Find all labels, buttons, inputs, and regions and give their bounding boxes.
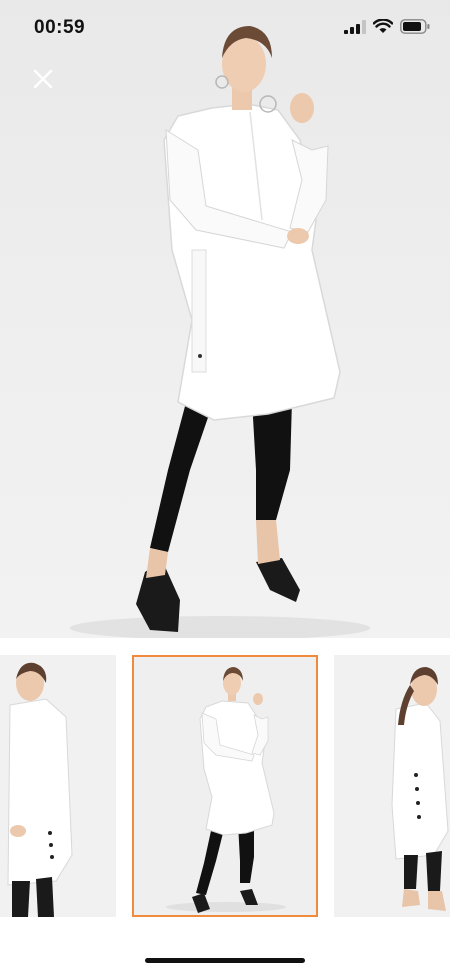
- home-indicator: [145, 958, 305, 963]
- model-photo: [70, 26, 370, 638]
- status-bar: 00:59: [0, 0, 450, 52]
- thumbnail-back-photo: [334, 655, 450, 917]
- thumbnail-strip: [0, 638, 450, 938]
- thumbnail-front-view[interactable]: [132, 655, 318, 917]
- wifi-icon: [373, 19, 393, 33]
- cellular-signal-icon: [344, 19, 366, 34]
- thumbnail-front-photo: [134, 657, 316, 915]
- status-time: 00:59: [34, 17, 86, 38]
- battery-icon: [400, 19, 430, 34]
- status-icons: [344, 19, 430, 34]
- thumbnail-side-view[interactable]: [0, 655, 116, 917]
- main-product-image[interactable]: [0, 0, 450, 638]
- thumbnail-side-photo: [0, 655, 116, 917]
- thumbnail-back-view[interactable]: [334, 655, 450, 917]
- close-icon: [33, 69, 53, 89]
- close-button[interactable]: [28, 64, 58, 94]
